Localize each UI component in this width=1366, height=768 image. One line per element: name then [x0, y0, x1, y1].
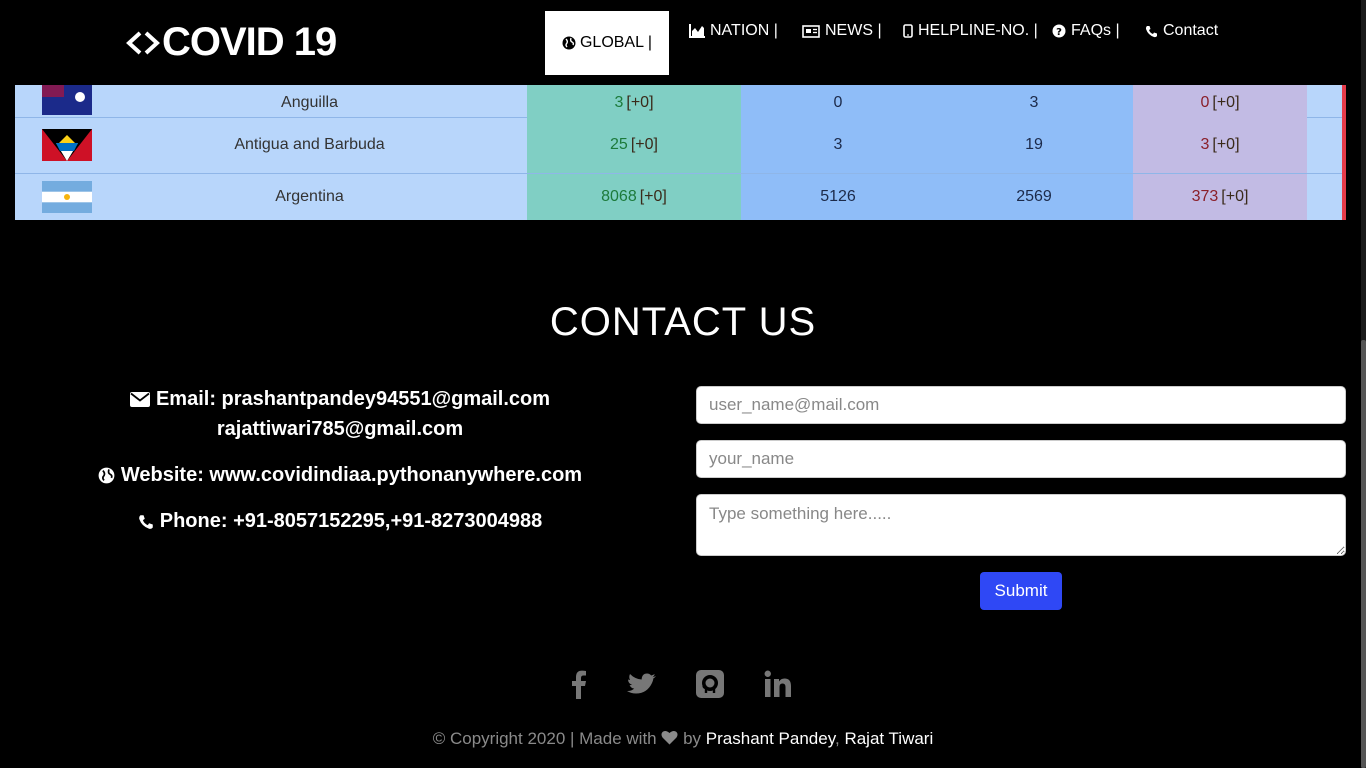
recovered-cell: 2569	[935, 174, 1133, 220]
confirmed-value: 25	[610, 135, 628, 153]
twitter-icon[interactable]	[624, 666, 660, 702]
footer: © Copyright 2020 | Made with by Prashant…	[0, 729, 1366, 749]
deaths-value: 373	[1191, 188, 1219, 205]
nav-helpline-label: HELPLINE-NO. |	[918, 22, 1038, 39]
country-name: Antigua and Barbuda	[234, 135, 385, 153]
confirmed-delta: [+0]	[639, 188, 667, 205]
newspaper-icon	[802, 24, 820, 38]
nav-contact-label: Contact	[1163, 22, 1219, 39]
nav-contact[interactable]: Contact	[1145, 20, 1218, 42]
nav-news-label: NEWS |	[825, 22, 882, 39]
brand-title: COVID 19	[162, 20, 337, 64]
deaths-value: 3	[1200, 135, 1210, 153]
confirmed-value: 3	[614, 93, 624, 111]
flag-argentina	[42, 174, 92, 220]
email-line-2[interactable]: rajattiwari785@gmail.com	[217, 418, 463, 441]
deaths-delta: [+0]	[1212, 135, 1240, 153]
nav-global-label: GLOBAL |	[579, 34, 653, 51]
email-line-1[interactable]: Email: prashantpandey94551@gmail.com	[156, 388, 550, 411]
confirmed-cell: 25 [+0]	[527, 116, 741, 173]
chart-icon	[689, 24, 705, 38]
contact-phone: Phone: +91-8057152295,+91-8273004988	[40, 510, 640, 533]
github-icon[interactable]	[692, 666, 728, 702]
scrollbar-thumb[interactable]	[1361, 340, 1366, 768]
phone-icon	[138, 514, 153, 529]
linkedin-icon[interactable]	[760, 666, 796, 702]
message-textarea[interactable]	[696, 494, 1346, 556]
name-input[interactable]	[696, 440, 1346, 478]
mobile-icon	[903, 24, 913, 38]
nav-faqs[interactable]: ? FAQs |	[1052, 20, 1120, 42]
phone-icon	[1145, 25, 1157, 37]
confirmed-cell: 8068 [+0]	[527, 174, 741, 220]
footer-separator: ,	[834, 729, 840, 748]
code-brackets-icon	[126, 31, 160, 54]
submit-button[interactable]: Submit	[980, 572, 1062, 610]
question-icon: ?	[1052, 24, 1066, 38]
deaths-value: 0	[1200, 93, 1210, 111]
recovered-cell: 19	[935, 116, 1133, 173]
deaths-delta: [+0]	[1221, 188, 1249, 205]
country-name: Argentina	[275, 188, 344, 205]
deaths-delta: [+0]	[1212, 93, 1240, 111]
navbar: COVID 19 GLOBAL | NATION | NEWS | HELPLI…	[0, 0, 1366, 85]
copyright-text: © Copyright 2020 | Made with	[432, 729, 657, 748]
table-row: Argentina 8068 [+0] 5126 2569 373 [+0]	[15, 174, 1342, 220]
flag-antigua-and-barbuda	[42, 116, 92, 173]
contact-website: Website: www.covidindiaa.pythonanywhere.…	[40, 464, 640, 487]
author-prashant-link[interactable]: Prashant Pandey	[706, 729, 835, 748]
email-input[interactable]	[696, 386, 1346, 424]
contact-title: CONTACT US	[549, 300, 817, 344]
globe-icon	[562, 36, 576, 50]
phone-text[interactable]: Phone: +91-8057152295,+91-8273004988	[160, 510, 543, 533]
author-rajat-link[interactable]: Rajat Tiwari	[844, 729, 933, 748]
confirmed-delta: [+0]	[630, 135, 658, 153]
active-cell: 5126	[741, 174, 935, 220]
confirmed-delta: [+0]	[626, 93, 654, 111]
deaths-cell: 373 [+0]	[1133, 174, 1307, 220]
nav-faqs-label: FAQs |	[1071, 22, 1120, 39]
footer-by: by	[683, 729, 702, 748]
nav-nation[interactable]: NATION |	[689, 20, 778, 42]
nav-nation-label: NATION |	[710, 22, 778, 39]
nav-helpline[interactable]: HELPLINE-NO. |	[903, 20, 1038, 42]
table-row: Antigua and Barbuda 25 [+0] 3 19 3 [+0]	[15, 116, 1342, 174]
website-text[interactable]: Website: www.covidindiaa.pythonanywhere.…	[121, 464, 582, 487]
facebook-icon[interactable]	[560, 666, 596, 702]
heart-icon	[661, 730, 678, 745]
nav-news[interactable]: NEWS |	[802, 20, 882, 42]
envelope-icon	[129, 392, 150, 407]
globe-icon	[98, 467, 115, 484]
confirmed-value: 8068	[601, 188, 637, 205]
active-cell: 3	[741, 116, 935, 173]
brand-logo[interactable]: COVID 19	[126, 20, 337, 65]
contact-email-2: rajattiwari785@gmail.com	[40, 418, 640, 441]
nav-global[interactable]: GLOBAL |	[545, 11, 669, 75]
contact-email: Email: prashantpandey94551@gmail.com	[40, 388, 640, 411]
svg-text:?: ?	[1056, 27, 1062, 38]
deaths-cell: 3 [+0]	[1133, 116, 1307, 173]
